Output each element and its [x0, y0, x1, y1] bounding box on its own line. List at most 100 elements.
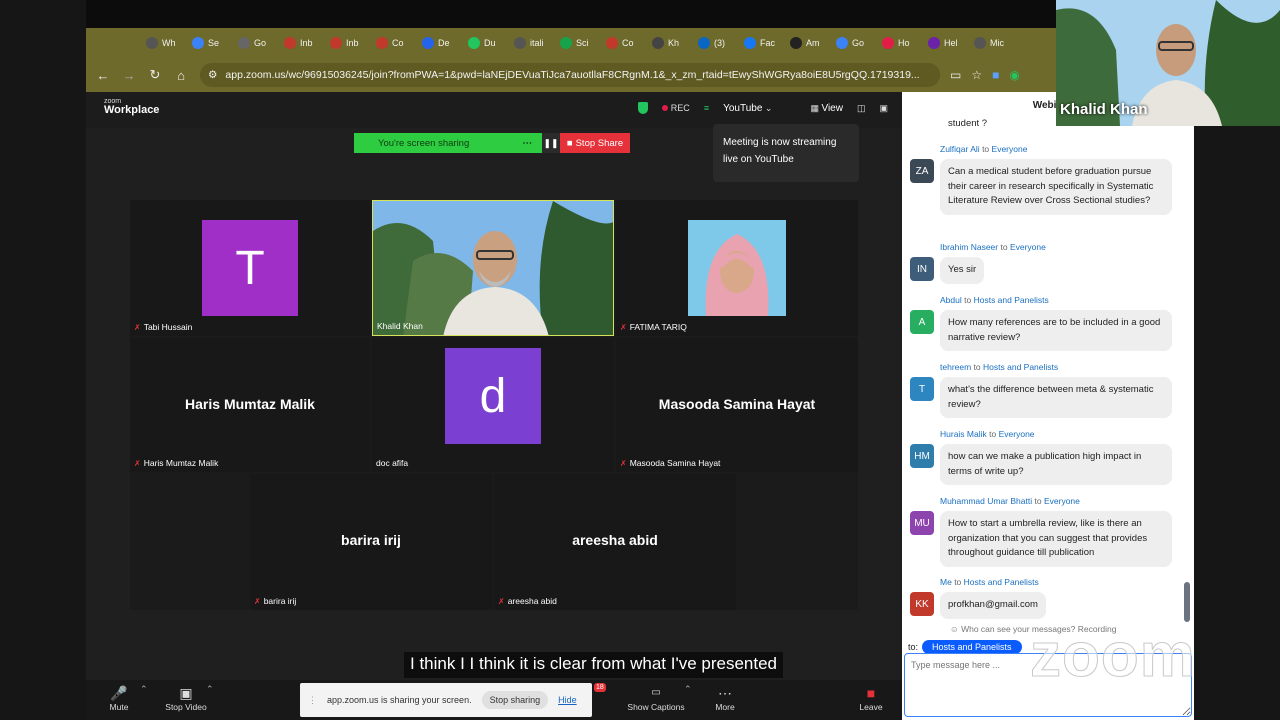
chat-scrollbar[interactable] — [1184, 582, 1190, 622]
participant-tile[interactable]: areesha abid ✗ areesha abid — [494, 474, 736, 610]
rec-label: REC — [670, 103, 690, 113]
mute-button[interactable]: 🎤 Mute — [108, 684, 130, 712]
browser-tab[interactable]: Du — [468, 32, 512, 54]
name-label: Masooda Samina Hayat — [629, 458, 721, 468]
site-info-icon[interactable]: ⚙ — [208, 69, 217, 81]
participant-tile[interactable]: T ✗ Tabi Hussain — [130, 200, 370, 336]
extension-icon[interactable]: ■ — [992, 68, 999, 82]
forward-icon[interactable]: → — [116, 62, 142, 88]
browser-tab[interactable]: De — [422, 32, 466, 54]
avatar: ZA — [910, 159, 934, 183]
avatar: MU — [910, 511, 934, 535]
tab-favicon-icon — [422, 37, 434, 49]
browser-tab[interactable]: Inb — [330, 32, 374, 54]
tab-label: Kh — [668, 38, 680, 48]
sharing-indicator[interactable]: You're screen sharing ⋯ — [354, 133, 542, 153]
captions-options-chevron-icon[interactable]: ⌃ — [684, 684, 692, 695]
browser-tab[interactable]: (3) — [698, 32, 742, 54]
participant-tile[interactable]: Haris Mumtaz Malik ✗ Haris Mumtaz Malik — [130, 338, 370, 472]
message-row: MU How to start a umbrella review, like i… — [910, 511, 1180, 567]
browser-tab[interactable]: Co — [606, 32, 650, 54]
chat-message: tehreem to Hosts and Panelists T what's t… — [910, 362, 1180, 418]
browser-tab[interactable]: Kh — [652, 32, 696, 54]
sender-name[interactable]: Zulfiqar Ali — [940, 144, 980, 154]
message-bubble: how can we make a publication high impac… — [940, 444, 1172, 485]
video-gallery: T ✗ Tabi Hussain Khalid Khan ✗ FATIMA TA… — [130, 200, 858, 610]
message-bubble: How many references are to be included i… — [940, 310, 1172, 351]
url-field[interactable]: ⚙ app.zoom.us/wc/96915036245/join?fromPW… — [200, 63, 940, 87]
avatar: A — [910, 310, 934, 334]
browser-tab[interactable]: Ho — [882, 32, 926, 54]
youtube-stream-menu[interactable]: YouTube ⌄ — [723, 103, 772, 114]
message-row: KK profkhan@gmail.com — [910, 592, 1180, 619]
sender-name[interactable]: Hurais Malik — [940, 429, 987, 439]
to-word: to — [1000, 242, 1008, 252]
browser-tab[interactable]: Fac — [744, 32, 788, 54]
browser-tab[interactable]: Mic — [974, 32, 1018, 54]
message-sender-line: Me to Hosts and Panelists — [910, 577, 1180, 587]
more-button[interactable]: ⋯ More — [712, 684, 738, 712]
shield-icon[interactable] — [637, 102, 648, 114]
browser-tab[interactable]: Go — [238, 32, 282, 54]
browser-tab[interactable]: Sci — [560, 32, 604, 54]
recipient-select[interactable]: Hosts and Panelists — [922, 640, 1022, 654]
to-word: to — [982, 144, 990, 154]
active-speaker-tile[interactable]: Khalid Khan — [372, 200, 614, 336]
browser-tab[interactable]: itali — [514, 32, 558, 54]
drag-handle-icon[interactable]: ⋮ — [308, 695, 317, 706]
tab-label: Sci — [576, 38, 589, 48]
grammarly-icon[interactable]: ◉ — [1009, 68, 1019, 82]
stop-share-button[interactable]: ■ Stop Share — [560, 133, 630, 153]
browser-tab[interactable]: Go — [836, 32, 880, 54]
browser-tab[interactable]: Inb — [284, 32, 328, 54]
browser-tab[interactable]: Am — [790, 32, 834, 54]
participant-tile[interactable]: Masooda Samina Hayat ✗ Masooda Samina Hay… — [616, 338, 858, 472]
sender-name[interactable]: Abdul — [940, 295, 962, 305]
rec-indicator[interactable]: REC — [661, 103, 690, 113]
avatar: d — [445, 348, 541, 444]
stop-video-button[interactable]: ▣ Stop Video — [160, 684, 212, 712]
participant-name: ✗ FATIMA TARIQ — [620, 322, 687, 332]
hide-link[interactable]: Hide — [558, 695, 577, 705]
browser-tab[interactable]: Hel — [928, 32, 972, 54]
browser-chrome: Wh Se Go Inb Inb Co De Du itali Sci Co Kh (3) Fac Am Go… — [86, 0, 1200, 92]
back-icon[interactable]: ← — [90, 62, 116, 88]
view-button[interactable]: ▦ View — [810, 103, 843, 114]
pause-share-button[interactable]: ❚❚ — [542, 133, 560, 153]
browser-tab[interactable]: Co — [376, 32, 420, 54]
chat-message: Me to Hosts and Panelists KK profkhan@gmai… — [910, 577, 1180, 619]
sender-name[interactable]: Ibrahim Naseer — [940, 242, 998, 252]
fullscreen-icon[interactable]: ▣ — [879, 103, 888, 114]
name-label: Khalid Khan — [377, 321, 423, 331]
participant-tile[interactable]: barira irij ✗ barira irij — [250, 474, 492, 610]
sender-name[interactable]: tehreem — [940, 362, 971, 372]
picture-in-picture-icon[interactable]: ◫ — [857, 103, 866, 114]
message-sender-line: Abdul to Hosts and Panelists — [910, 295, 1180, 305]
cast-icon[interactable]: ▭ — [950, 68, 961, 82]
rec-dot-icon — [661, 105, 668, 111]
mute-label: Mute — [109, 702, 129, 712]
sender-name[interactable]: Me — [940, 577, 952, 587]
audio-options-chevron-icon[interactable]: ⌃ — [140, 684, 148, 695]
home-icon[interactable]: ⌂ — [168, 62, 194, 88]
left-margin — [0, 0, 86, 720]
more-dots-icon[interactable]: ⋯ — [523, 138, 533, 149]
show-captions-button[interactable]: ▭ Show Captions — [622, 684, 690, 712]
chat-message: Zulfiqar Ali to Everyone ZA Can a medical … — [910, 144, 1180, 215]
message-bubble: what's the difference between meta & sys… — [940, 377, 1172, 418]
browser-tab[interactable]: Se — [192, 32, 236, 54]
participant-tile[interactable]: d doc afifa — [372, 338, 614, 472]
screen-share-bar: You're screen sharing ⋯ ❚❚ ■ Stop Share — [354, 133, 630, 153]
name-label: FATIMA TARIQ — [629, 322, 687, 332]
tab-favicon-icon — [744, 37, 756, 49]
video-options-chevron-icon[interactable]: ⌃ — [206, 684, 214, 695]
reload-icon[interactable]: ↻ — [142, 62, 168, 88]
participant-tile[interactable]: ✗ FATIMA TARIQ — [616, 200, 858, 336]
self-view-video[interactable]: Khalid Khan — [1056, 0, 1280, 126]
leave-button[interactable]: ■ Leave — [858, 684, 884, 712]
bookmark-star-icon[interactable]: ☆ — [971, 68, 982, 82]
stop-sharing-button[interactable]: Stop sharing — [481, 691, 549, 709]
sender-name[interactable]: Muhammad Umar Bhatti — [940, 496, 1032, 506]
participant-name: ✗ Haris Mumtaz Malik — [134, 458, 218, 468]
browser-tab[interactable]: Wh — [146, 32, 190, 54]
